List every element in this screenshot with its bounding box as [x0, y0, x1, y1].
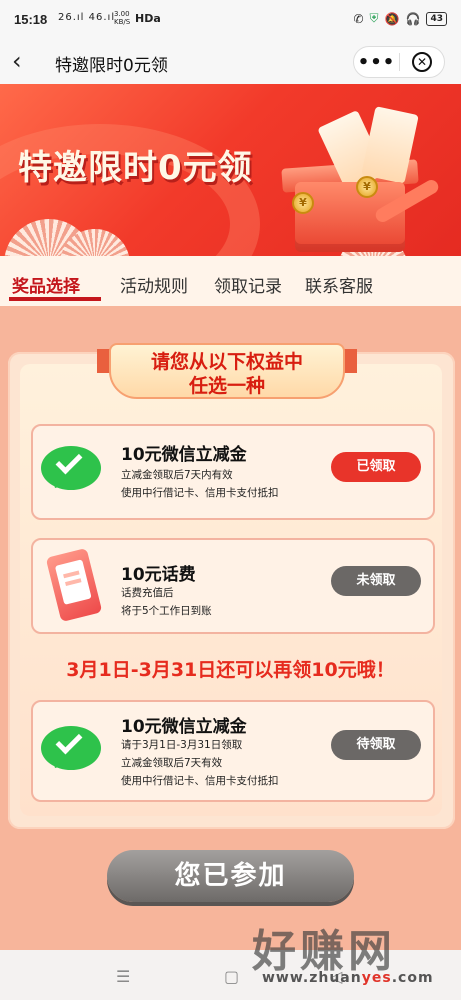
status-bar: 15:18 26.ıl 46.ıl 3.00 KB/S HDa ✆ ⛨ 🔕 🎧 … — [0, 0, 461, 40]
pending-claim-button[interactable]: 待领取 — [331, 730, 421, 760]
network-speed-value: 3.00 — [114, 10, 130, 18]
prize-desc-line: 使用中行借记卡、信用卡支付抵扣 — [121, 487, 279, 499]
phone-recharge-icon — [45, 547, 103, 623]
watermark-url-suffix: .com — [391, 970, 434, 986]
shield-icon: ⛨ — [369, 11, 379, 25]
network-speed-unit: KB/S — [114, 18, 131, 26]
home-icon[interactable]: ▢ — [224, 967, 239, 986]
tab-activity-rules[interactable]: 活动规则 — [120, 256, 188, 297]
choose-header-line1: 请您从以下权益中 — [150, 351, 303, 373]
hero-banner: ¥ ¥ 特邀限时0元领 — [0, 84, 461, 256]
tab-claim-records[interactable]: 领取记录 — [214, 256, 282, 297]
prize-desc-line: 将于5个工作日到账 — [121, 605, 212, 617]
coin-icon: ¥ — [292, 192, 314, 214]
prize-name: 10元微信立减金 — [121, 445, 247, 465]
wechat-icon — [41, 726, 101, 770]
headset-icon: 🎧 — [405, 11, 421, 26]
nav-bar: ‹ 特邀限时0元领 ••• ✕ — [0, 40, 461, 84]
prize-desc-line: 请于3月1日-3月31日领取 — [121, 739, 243, 751]
mute-icon: 🔕 — [384, 11, 400, 26]
prize-desc: 立减金领取后7天内有效 使用中行借记卡、信用卡支付抵扣 — [121, 466, 279, 502]
battery-icon: 43 — [426, 11, 447, 26]
tab-prize-selection[interactable]: 奖品选择 — [12, 256, 80, 297]
mini-program-capsule: ••• ✕ — [353, 46, 445, 78]
promo-text: 3月1日-3月31日还可以再领10元哦！ — [66, 659, 395, 681]
unclaimed-button[interactable]: 未领取 — [331, 566, 421, 596]
prize-item: 10元微信立减金 立减金领取后7天内有效 使用中行借记卡、信用卡支付抵扣 已领取 — [31, 424, 435, 520]
watermark-url: www.zhuanyes.com — [262, 970, 434, 986]
page-title: 特邀限时0元领 — [55, 56, 168, 76]
more-icon[interactable]: ••• — [354, 52, 399, 73]
prize-desc-line: 使用中行借记卡、信用卡支付抵扣 — [121, 775, 279, 787]
prize-desc: 话费充值后 将于5个工作日到账 — [121, 584, 212, 620]
close-button[interactable]: ✕ — [400, 52, 444, 72]
status-icons: ✆ ⛨ 🔕 🎧 43 — [353, 11, 447, 26]
prize-desc-line: 话费充值后 — [121, 587, 174, 599]
prize-name: 10元话费 — [121, 565, 196, 585]
watermark-url-prefix: www.zhuan — [262, 970, 362, 986]
prize-name: 10元微信立减金 — [121, 717, 247, 737]
wechat-icon — [41, 446, 101, 490]
back-arrow-icon[interactable]: ‹ — [12, 47, 22, 75]
close-icon: ✕ — [411, 52, 432, 72]
prize-item: 10元微信立减金 请于3月1日-3月31日领取 立减金领取后7天有效 使用中行借… — [31, 700, 435, 802]
menu-icon[interactable]: ☰ — [116, 967, 130, 986]
prize-desc: 请于3月1日-3月31日领取 立减金领取后7天有效 使用中行借记卡、信用卡支付抵… — [121, 736, 279, 790]
network-type: HDa — [135, 12, 161, 25]
tab-contact-service[interactable]: 联系客服 — [305, 256, 373, 297]
signal-icon: 26.ıl 46.ıl — [58, 12, 116, 23]
claimed-button[interactable]: 已领取 — [331, 452, 421, 482]
network-speed: 3.00 KB/S — [114, 10, 130, 26]
watermark-url-highlight: yes — [361, 970, 392, 986]
banner-title: 特邀限时0元领 — [18, 148, 253, 188]
prize-desc-line: 立减金领取后7天有效 — [121, 757, 223, 769]
prize-item: 10元话费 话费充值后 将于5个工作日到账 未领取 — [31, 538, 435, 634]
status-time: 15:18 — [14, 12, 48, 27]
coin-icon: ¥ — [356, 176, 378, 198]
call-icon: ✆ — [353, 11, 364, 26]
participated-button[interactable]: 您已参加 — [107, 850, 354, 902]
active-tab-indicator — [9, 297, 101, 301]
prize-desc-line: 立减金领取后7天内有效 — [121, 469, 233, 481]
choose-header-line2: 任选一种 — [188, 375, 265, 397]
choose-header: 请您从以下权益中 任选一种 — [95, 343, 359, 403]
